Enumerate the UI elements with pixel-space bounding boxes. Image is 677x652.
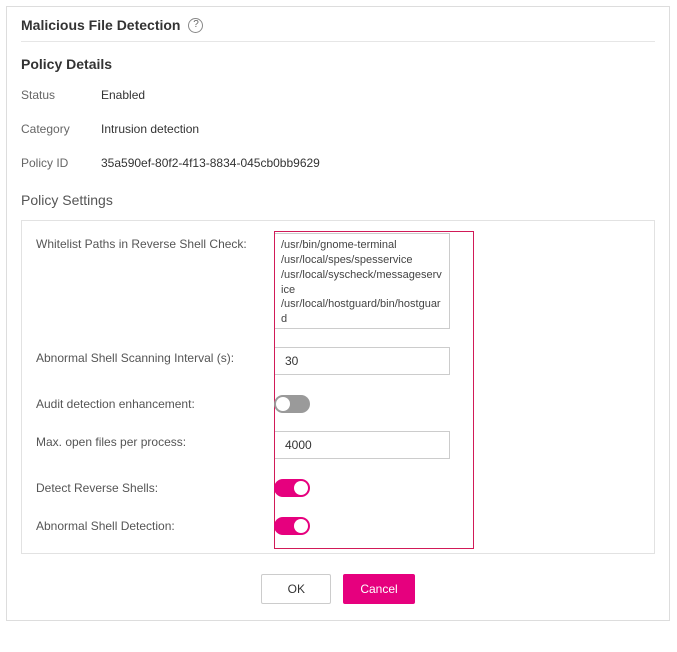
page-title: Malicious File Detection <box>21 17 180 33</box>
ok-button[interactable]: OK <box>261 574 331 604</box>
help-icon[interactable]: ? <box>188 18 203 33</box>
status-label: Status <box>21 88 101 102</box>
detect-reverse-shells-label: Detect Reverse Shells: <box>36 477 274 495</box>
scan-interval-row: Abnormal Shell Scanning Interval (s): <box>36 347 640 375</box>
scan-interval-input[interactable] <box>274 347 450 375</box>
detect-reverse-shells-toggle[interactable] <box>274 479 310 497</box>
panel-header: Malicious File Detection ? <box>21 7 655 42</box>
policy-id-row: Policy ID 35a590ef-80f2-4f13-8834-045cb0… <box>21 156 655 170</box>
cancel-button[interactable]: Cancel <box>343 574 414 604</box>
policy-settings-box: Whitelist Paths in Reverse Shell Check: … <box>21 220 655 554</box>
policy-panel: Malicious File Detection ? Policy Detail… <box>6 6 670 621</box>
abnormal-shell-detection-label: Abnormal Shell Detection: <box>36 515 274 533</box>
whitelist-paths-input[interactable] <box>274 233 450 329</box>
category-value: Intrusion detection <box>101 122 199 136</box>
policy-id-value: 35a590ef-80f2-4f13-8834-045cb0bb9629 <box>101 156 320 170</box>
status-row: Status Enabled <box>21 88 655 102</box>
audit-enhancement-toggle[interactable] <box>274 395 310 413</box>
whitelist-row: Whitelist Paths in Reverse Shell Check: <box>36 233 640 329</box>
status-value: Enabled <box>101 88 145 102</box>
whitelist-label: Whitelist Paths in Reverse Shell Check: <box>36 233 274 251</box>
max-open-files-row: Max. open files per process: <box>36 431 640 459</box>
policy-details-heading: Policy Details <box>21 56 655 72</box>
max-open-files-label: Max. open files per process: <box>36 431 274 449</box>
policy-settings-heading: Policy Settings <box>21 192 655 208</box>
category-row: Category Intrusion detection <box>21 122 655 136</box>
dialog-buttons: OK Cancel <box>21 574 655 604</box>
detect-reverse-shells-row: Detect Reverse Shells: <box>36 477 640 497</box>
category-label: Category <box>21 122 101 136</box>
abnormal-shell-detection-row: Abnormal Shell Detection: <box>36 515 640 535</box>
audit-enhancement-label: Audit detection enhancement: <box>36 393 274 411</box>
policy-id-label: Policy ID <box>21 156 101 170</box>
audit-enhancement-row: Audit detection enhancement: <box>36 393 640 413</box>
max-open-files-input[interactable] <box>274 431 450 459</box>
scan-interval-label: Abnormal Shell Scanning Interval (s): <box>36 347 274 365</box>
abnormal-shell-detection-toggle[interactable] <box>274 517 310 535</box>
